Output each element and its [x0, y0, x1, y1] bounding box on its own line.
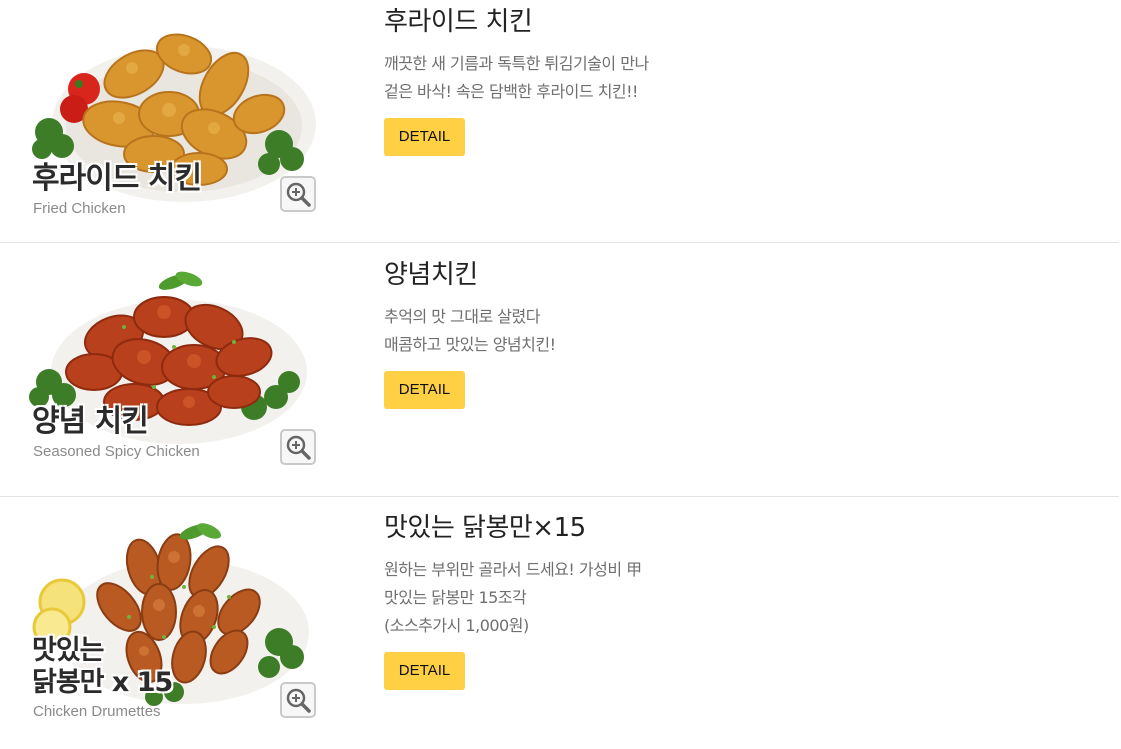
menu-item-info: 후라이드 치킨 깨끗한 새 기름과 독특한 튀김기술이 만나 겉은 바삭! 속은…	[384, 4, 1084, 156]
menu-item-info: 맛있는 닭봉만×15 원하는 부위만 골라서 드세요! 가성비 甲 맛있는 닭봉…	[384, 510, 1084, 690]
menu-item-title: 양념치킨	[384, 260, 478, 290]
zoom-button[interactable]	[280, 429, 316, 465]
image-title: 맛있는 닭봉만 x 15	[32, 635, 173, 699]
menu-item-description-line: 겉은 바삭! 속은 담백한 후라이드 치킨!!	[384, 82, 638, 101]
image-subtitle: Fried Chicken	[33, 200, 126, 217]
zoom-in-icon	[286, 435, 311, 460]
zoom-in-icon	[286, 182, 311, 207]
menu-item-image[interactable]: 맛있는 닭봉만 x 15 Chicken Drumettes	[24, 517, 324, 720]
menu-item-info: 양념치킨 추억의 맛 그대로 살렸다 매콤하고 맛있는 양념치킨! DETAIL	[384, 257, 1084, 409]
menu-item-drumettes: 맛있는 닭봉만 x 15 Chicken Drumettes 맛있는 닭봉만×1…	[0, 497, 1121, 749]
image-title-line: 맛있는	[32, 635, 105, 666]
menu-item-description-line: 추억의 맛 그대로 살렸다	[384, 307, 540, 326]
menu-item-description-line: 깨끗한 새 기름과 독특한 튀김기술이 만나	[384, 54, 649, 73]
menu-item-image[interactable]: 후라이드 치킨 Fried Chicken	[24, 14, 324, 217]
image-title-line: 닭봉만 x 15	[32, 667, 173, 698]
zoom-button[interactable]	[280, 682, 316, 718]
zoom-button[interactable]	[280, 176, 316, 212]
detail-button[interactable]: DETAIL	[384, 371, 465, 409]
menu-item-description-line: 매콤하고 맛있는 양념치킨!	[384, 335, 556, 354]
image-subtitle: Chicken Drumettes	[33, 703, 161, 720]
image-subtitle: Seasoned Spicy Chicken	[33, 443, 200, 460]
image-title: 후라이드 치킨	[32, 161, 202, 196]
menu-item-image[interactable]: 양념 치킨 Seasoned Spicy Chicken	[24, 257, 324, 465]
detail-button[interactable]: DETAIL	[384, 652, 465, 690]
menu-item-fried-chicken: 후라이드 치킨 Fried Chicken 후라이드 치킨 깨끗한 새 기름과 …	[0, 0, 1121, 242]
menu-item-title: 맛있는 닭봉만×15	[384, 513, 586, 543]
image-title: 양념 치킨	[32, 404, 149, 439]
zoom-in-icon	[286, 688, 311, 713]
menu-item-spicy-chicken: 양념 치킨 Seasoned Spicy Chicken 양념치킨 추억의 맛 …	[0, 243, 1121, 496]
menu-item-title: 후라이드 치킨	[384, 7, 533, 37]
menu-item-description-line: (소스추가시 1,000원)	[384, 616, 529, 635]
detail-button[interactable]: DETAIL	[384, 118, 465, 156]
menu-item-description-line: 맛있는 닭봉만 15조각	[384, 588, 527, 607]
menu-item-description-line: 원하는 부위만 골라서 드세요! 가성비 甲	[384, 560, 642, 579]
